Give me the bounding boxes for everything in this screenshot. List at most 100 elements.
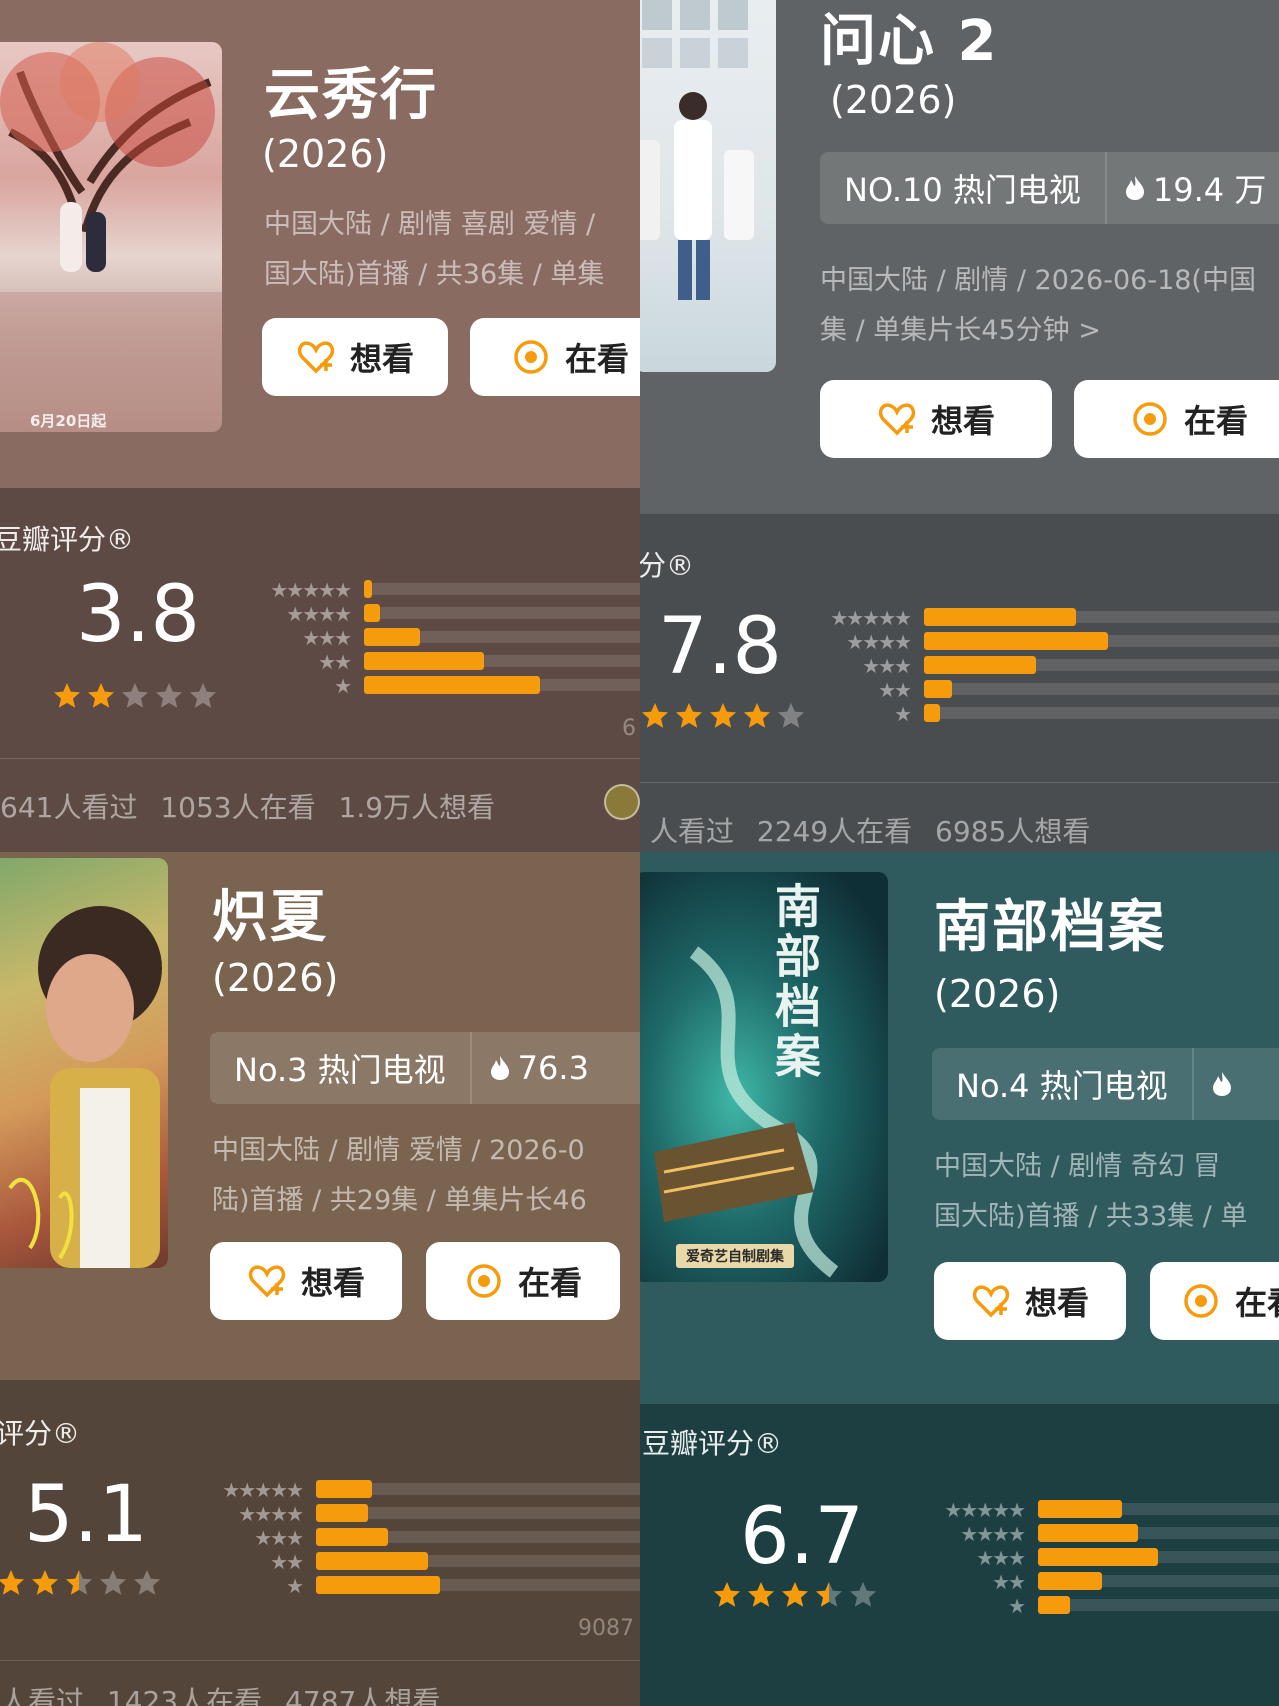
- show-year: (2026): [934, 972, 1061, 1016]
- distribution-star-label: ★★★★★: [222, 1478, 304, 1502]
- heart-plus-icon: [248, 1265, 286, 1298]
- distribution-row: ★: [1008, 1594, 1279, 1618]
- distribution-bar: [364, 628, 420, 646]
- distribution-star-label: ★★★★★: [944, 1498, 1026, 1522]
- want-label: 想看: [1024, 1284, 1089, 1322]
- poster-image[interactable]: [640, 0, 776, 372]
- distribution-bar: [1038, 1548, 1158, 1566]
- distribution-row: ★★: [992, 1570, 1279, 1594]
- want-to-watch-button[interactable]: 想看: [934, 1262, 1126, 1340]
- star-icon: [642, 703, 668, 728]
- heat-count: 19.4 万: [1107, 165, 1279, 211]
- distribution-row: ★★★★: [286, 602, 640, 626]
- star-rating: [52, 681, 218, 711]
- distribution-row: ★★★: [302, 626, 640, 650]
- heart-plus-icon: [878, 403, 916, 436]
- star-icon: [134, 1570, 160, 1595]
- ranking-badge[interactable]: No.3 热门电视 76.3: [210, 1032, 640, 1104]
- star-icon: [782, 1582, 808, 1607]
- douban-rating-label: 豆瓣评分®: [642, 1427, 783, 1460]
- distribution-bar: [316, 1552, 428, 1570]
- card-wenxin-2: 问心 2 (2026) NO.10 热门电视 19.4 万 中国大陆 / 剧情 …: [640, 0, 1279, 852]
- distribution-star-label: ★★: [878, 678, 912, 702]
- distribution-bar: [364, 652, 484, 670]
- star-icon: [54, 683, 80, 708]
- distribution-bar: [1038, 1572, 1102, 1590]
- meta-line-1: 中国大陆 / 剧情 / 2026-06-18(中国: [820, 265, 1256, 296]
- distribution-star-label: ★: [894, 702, 912, 726]
- rating-score: 7.8: [658, 602, 783, 692]
- star-icon: [778, 703, 804, 728]
- rating-section: 评分® 5.1 ★★★★★ ★★★★ ★★★ ★★ ★ 9087 人看过 1423人在看…: [0, 1380, 640, 1706]
- friend-avatar[interactable]: [604, 784, 640, 820]
- show-title: 炽夏: [212, 885, 328, 950]
- distribution-row: ★: [334, 674, 640, 698]
- distribution-row: ★★★: [862, 654, 1279, 678]
- watching-button[interactable]: 在看: [426, 1242, 620, 1320]
- watching-target-icon: [514, 340, 548, 374]
- distribution-row: ★★: [318, 650, 640, 674]
- show-title: 南部档案: [934, 895, 1166, 960]
- rating-count: 9087: [578, 1616, 634, 1641]
- meta-line-1: 中国大陆 / 剧情 奇幻 冒: [934, 1151, 1221, 1182]
- distribution-row: ★★★★: [238, 1502, 640, 1526]
- distribution-star-label: ★★★: [254, 1526, 304, 1550]
- star-icon: [676, 703, 702, 728]
- star-icon: [0, 1570, 24, 1595]
- poster-image[interactable]: 南部档案 爱奇艺自制剧集: [640, 872, 888, 1282]
- want-to-watch-button[interactable]: 想看: [820, 380, 1052, 458]
- distribution-bar: [316, 1504, 368, 1522]
- distribution-bar: [316, 1528, 388, 1546]
- show-title: 云秀行: [264, 63, 438, 128]
- star-icon: [748, 1582, 774, 1607]
- watching-button[interactable]: 在看: [1150, 1262, 1279, 1340]
- heat-value: 76.3: [517, 1049, 589, 1087]
- rating-score: 5.1: [24, 1470, 149, 1560]
- distribution-row: ★★★: [976, 1546, 1279, 1570]
- distribution-star-label: ★★: [318, 650, 352, 674]
- watching-target-icon: [1184, 1284, 1218, 1318]
- want-label: 想看: [349, 340, 414, 378]
- want-to-watch-button[interactable]: 想看: [262, 318, 448, 396]
- distribution-star-label: ★★★★★: [270, 578, 352, 602]
- flame-icon: [490, 1056, 509, 1080]
- distribution-star-label: ★★★: [976, 1546, 1026, 1570]
- watching-target-icon: [467, 1264, 501, 1298]
- watching-button[interactable]: 在看: [1074, 380, 1279, 458]
- poster-image[interactable]: [0, 858, 168, 1268]
- watching-label: 在看: [564, 340, 629, 378]
- distribution-row: ★★: [878, 678, 1279, 702]
- poster-image[interactable]: 6月20日起: [0, 42, 222, 432]
- heat-count: 76.3: [472, 1049, 607, 1087]
- distribution-row: ★★★★: [846, 630, 1279, 654]
- want-to-watch-button[interactable]: 想看: [210, 1242, 402, 1320]
- distribution-bar: [316, 1576, 440, 1594]
- watching-button[interactable]: 在看: [470, 318, 640, 396]
- douban-rating-label: 分®: [640, 549, 695, 582]
- ranking-badge[interactable]: NO.10 热门电视 19.4 万: [820, 152, 1279, 224]
- distribution-bar: [924, 680, 952, 698]
- distribution-bar: [924, 608, 1076, 626]
- star-icon: [32, 1570, 58, 1595]
- star-rating: [0, 1568, 162, 1598]
- distribution-bar: [1038, 1596, 1070, 1614]
- star-icon: [816, 1582, 842, 1607]
- distribution-track: [1038, 1599, 1279, 1611]
- distribution-row: ★: [286, 1574, 640, 1598]
- meta-line-2: 国大陆)首播 / 共36集 / 单集: [264, 259, 605, 290]
- star-rating: [640, 701, 806, 731]
- poster-artwork: [640, 0, 754, 300]
- distribution-bar: [316, 1480, 372, 1498]
- star-icon: [100, 1570, 126, 1595]
- rating-section: 分® 7.8 ★★★★★ ★★★★ ★★★ ★★ ★ 人看过 2249人在看 6985人…: [640, 514, 1279, 852]
- card-chixia: 炽夏 (2026) No.3 热门电视 76.3 中国大陆 / 剧情 爱情 / …: [0, 852, 640, 1706]
- rating-section: 豆瓣评分® 3.8 ★★★★★ ★★★★ ★★★ ★★ ★ 6 641人看过 1053人…: [0, 488, 640, 852]
- distribution-star-label: ★★: [992, 1570, 1026, 1594]
- card-yunxiuxing: 6月20日起 云秀行 (2026) 中国大陆 / 剧情 喜剧 爱情 / 国大陆)…: [0, 0, 640, 852]
- star-icon: [66, 1570, 92, 1595]
- card-nanbu-dangan: 南部档案 爱奇艺自制剧集 南部档案 (2026) No.4 热门电视 中国大陆 …: [640, 852, 1279, 1706]
- ranking-badge[interactable]: No.4 热门电视: [932, 1048, 1279, 1120]
- show-title: 问心 2: [820, 9, 999, 74]
- meta-line-1: 中国大陆 / 剧情 喜剧 爱情 /: [264, 209, 596, 240]
- watching-label: 在看: [1234, 1284, 1279, 1322]
